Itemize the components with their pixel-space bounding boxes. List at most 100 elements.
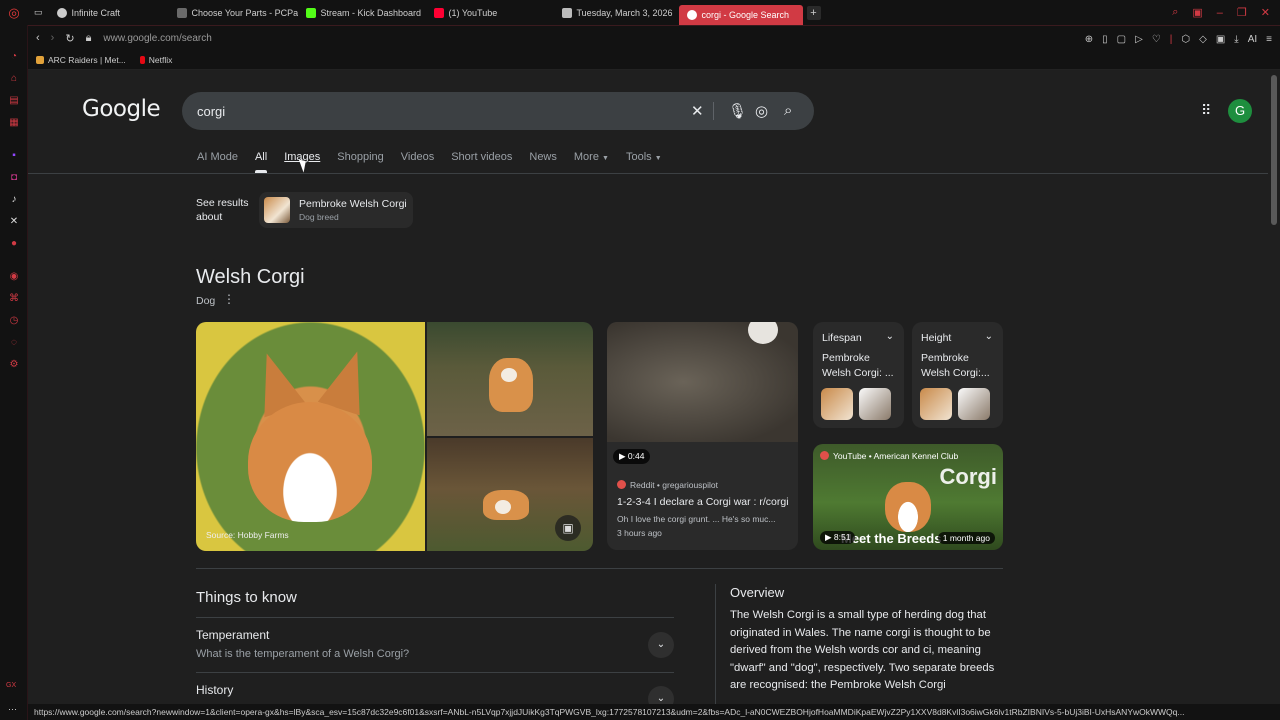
account-avatar[interactable]: G xyxy=(1228,99,1252,123)
snapshot-icon[interactable]: ▣ xyxy=(1192,6,1202,19)
youtube-music-icon[interactable]: ● xyxy=(8,238,20,250)
settings-icon[interactable]: ⚙ xyxy=(8,359,20,371)
more-options-icon[interactable]: ⋮ xyxy=(223,292,235,306)
url-field[interactable]: www.google.com/search xyxy=(103,33,211,44)
tab-tools[interactable]: Tools ▼ xyxy=(626,151,662,173)
close-icon[interactable]: ✕ xyxy=(1261,6,1270,19)
secure-lock-icon[interactable]: 🔒︎ xyxy=(86,32,92,45)
yt-overlay-bottom: Meet the Breeds xyxy=(841,531,942,546)
browser-tab-4[interactable]: (1) YouTube xyxy=(426,0,554,25)
temperament-title[interactable]: Temperament xyxy=(196,628,269,642)
height-card[interactable]: Height ⌄ Pembroke Welsh Corgi:... xyxy=(912,322,1003,428)
bookmark-netflix[interactable]: Netflix xyxy=(139,55,172,65)
extensions-icon[interactable]: ⌘ xyxy=(8,293,20,305)
browser-tab-3[interactable]: Stream - Kick Dashboard xyxy=(298,0,426,25)
clear-search-icon[interactable]: ✕ xyxy=(691,102,704,120)
browser-tab-2[interactable]: Choose Your Parts - PCPa xyxy=(169,0,298,25)
ai-icon[interactable]: AI xyxy=(1248,34,1257,45)
calendar-icon xyxy=(561,7,572,18)
browser-tab-5[interactable]: Tuesday, March 3, 2026 xyxy=(554,0,679,25)
send-icon[interactable]: ▷ xyxy=(1135,34,1143,45)
bookmark-icon[interactable]: ▯ xyxy=(1102,34,1108,45)
reddit-video-card[interactable]: ▶ 0:44 Reddit • gregariouspilot 1-2-3-4 … xyxy=(607,322,798,550)
scrollbar-thumb[interactable] xyxy=(1271,75,1277,225)
netflix-icon xyxy=(139,56,145,64)
history-icon[interactable]: ◷ xyxy=(8,315,20,327)
instagram-icon[interactable]: ◘ xyxy=(8,172,20,184)
minimize-icon[interactable]: – xyxy=(1217,7,1223,19)
player-icon[interactable]: ◉ xyxy=(8,271,20,283)
back-icon[interactable]: ‹ xyxy=(36,32,40,45)
heart-icon[interactable]: ♡ xyxy=(1152,34,1161,45)
corgi-main-image[interactable]: Source: Hobby Farms xyxy=(196,322,425,551)
lens-icon[interactable]: ◎ xyxy=(755,102,768,120)
corgi-chest-shape xyxy=(501,368,517,382)
history-title[interactable]: History xyxy=(196,683,233,697)
google-g-icon xyxy=(686,10,697,20)
tab-shopping[interactable]: Shopping xyxy=(337,151,384,173)
snapshot-icon[interactable]: ▢ xyxy=(1117,34,1126,45)
address-bar: ‹ › ↻ 🔒︎ www.google.com/search ⊕ ▯ ▢ ▷ ♡… xyxy=(28,25,1280,51)
tab-news[interactable]: News xyxy=(529,151,557,173)
tabs-divider xyxy=(28,173,1268,174)
video-title[interactable]: 1-2-3-4 I declare a Corgi war : r/corgi xyxy=(617,496,789,508)
lifespan-card[interactable]: Lifespan ⌄ Pembroke Welsh Corgi: ... xyxy=(813,322,904,428)
tab-more[interactable]: More ▼ xyxy=(574,151,609,173)
x-icon[interactable]: ✕ xyxy=(8,216,20,228)
browser-tab-bar: ◎ ▭ Infinite Craft Choose Your Parts - P… xyxy=(0,0,1280,25)
download-icon[interactable]: ⤓ xyxy=(1234,34,1238,45)
video-thumbnail xyxy=(607,322,798,442)
tab-ai-mode[interactable]: AI Mode xyxy=(197,151,238,173)
google-logo[interactable]: Google xyxy=(82,96,161,122)
search-icon[interactable]: ⌕ xyxy=(784,102,792,119)
entity-thumbnail xyxy=(264,197,290,223)
expand-chevron-icon[interactable]: ⌄ xyxy=(648,686,674,704)
more-images-icon[interactable]: ▣ xyxy=(555,515,581,541)
screenshot-icon[interactable]: ▣ xyxy=(1216,34,1225,45)
address-bar-tools: ⊕ ▯ ▢ ▷ ♡ | ⬡ ◇ ▣ ⤓ AI ≡ xyxy=(1085,26,1272,52)
entity-chip-text: Pembroke Welsh Corgi Dog breed xyxy=(290,198,407,222)
ttk-divider xyxy=(196,672,674,673)
corgi-image-bottom-right[interactable]: ▣ xyxy=(427,438,593,551)
corgi-image-top-right[interactable] xyxy=(427,322,593,436)
tab-switcher-icon[interactable]: ▭ xyxy=(28,0,49,25)
browser-tab-active[interactable]: corgi - Google Search xyxy=(678,5,803,25)
tab-videos[interactable]: Videos xyxy=(401,151,434,173)
entity-chip[interactable]: Pembroke Welsh Corgi Dog breed xyxy=(259,192,413,228)
corgi-shape xyxy=(885,482,931,532)
see-results-label: See results about xyxy=(196,197,249,223)
gx-brand-label: GX xyxy=(6,682,17,689)
menu-icon[interactable]: ≡ xyxy=(1266,34,1272,45)
infinity-icon xyxy=(56,7,67,18)
speed-dial-icon[interactable]: ◔ xyxy=(8,51,20,63)
search-input[interactable] xyxy=(197,103,667,119)
gx-control-icon[interactable]: ⌂ xyxy=(8,73,20,85)
bookmark-arc-raiders[interactable]: ARC Raiders | Met... xyxy=(36,55,126,65)
google-apps-icon[interactable]: ⠿ xyxy=(1201,102,1211,119)
youtube-video-card[interactable]: Corgi Meet the Breeds YouTube • American… xyxy=(813,444,1003,550)
page-scrollbar[interactable] xyxy=(1268,70,1280,704)
tiktok-icon[interactable]: ♪ xyxy=(8,194,20,206)
wallet-icon[interactable]: ◇ xyxy=(1199,34,1207,45)
forward-icon[interactable]: › xyxy=(51,32,55,45)
expand-chevron-icon[interactable]: ⌄ xyxy=(648,632,674,658)
search-tabs-icon[interactable]: ⌕ xyxy=(1172,6,1178,19)
maximize-icon[interactable]: ❐ xyxy=(1237,6,1247,19)
gx-corner-icon[interactable]: ▤ xyxy=(8,95,20,107)
sidebar-more-icon[interactable]: ⋯ xyxy=(8,704,17,715)
extensions-puzzle-icon[interactable]: ⬡ xyxy=(1181,34,1190,45)
image-source-label[interactable]: Source: Hobby Farms xyxy=(206,530,289,540)
chat-icon[interactable]: ◌ xyxy=(8,337,20,349)
tab-short-videos[interactable]: Short videos xyxy=(451,151,512,173)
browser-tab-1[interactable]: Infinite Craft xyxy=(49,0,169,25)
mail-icon[interactable]: ▦ xyxy=(8,117,20,129)
corgi-shape xyxy=(483,490,529,520)
zoom-icon[interactable]: ⊕ xyxy=(1085,34,1093,45)
tab-all[interactable]: All xyxy=(254,151,268,173)
yt-duration: ▶ 8:51 xyxy=(820,531,856,544)
reload-icon[interactable]: ↻ xyxy=(65,32,74,45)
new-tab-button[interactable]: + xyxy=(806,5,821,20)
opera-gx-logo-icon[interactable]: ◎ xyxy=(0,5,28,21)
twitch-icon[interactable]: ▪ xyxy=(8,150,20,162)
microphone-icon[interactable]: 🎙︎ xyxy=(728,102,747,120)
